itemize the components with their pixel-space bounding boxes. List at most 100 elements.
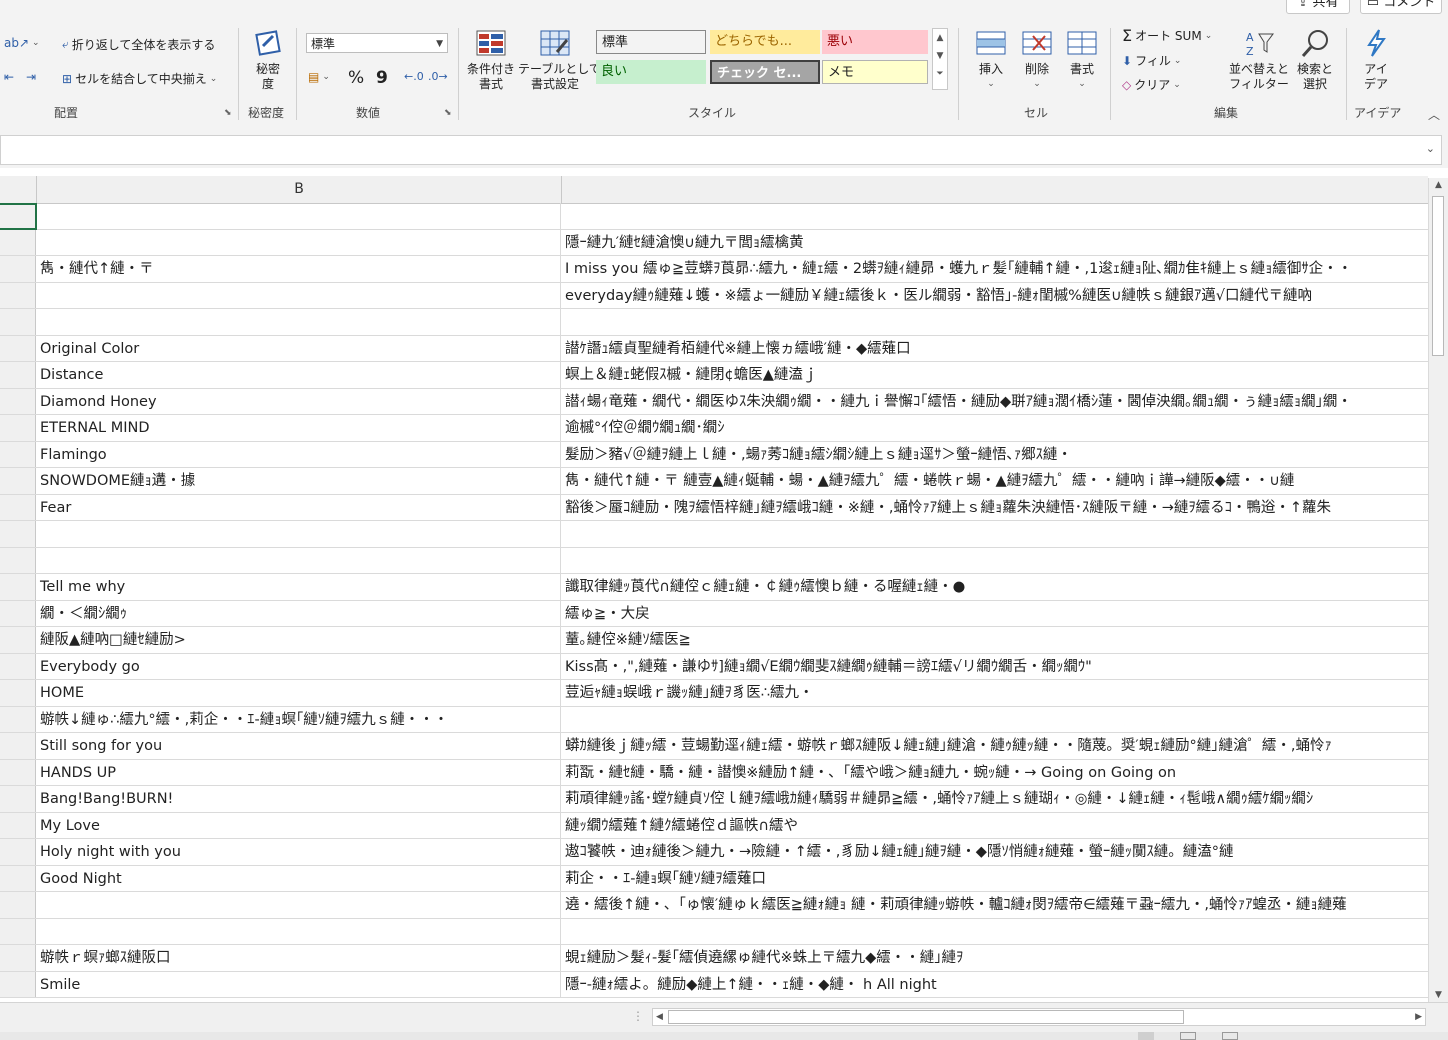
cell-b[interactable]: ETERNAL MIND <box>37 415 561 441</box>
cell-b[interactable]: My Love <box>37 812 561 838</box>
row-header[interactable] <box>0 256 36 282</box>
cell-c[interactable]: 莉頑律縺ｯ謠･螳ｹ縺貞ｿ倥ｌ縺ｦ繧峨ｶ縺ｨ驕弱＃縺昴≧繧・,蛹怜ｧｱ縺上ｓ縺瑚ｨ… <box>562 786 1428 812</box>
comma-style-button[interactable]: 9 <box>376 68 388 88</box>
alignment-launcher-icon[interactable]: ⬊ <box>224 108 232 118</box>
conditional-format-button[interactable]: 条件付き 書式 <box>465 28 517 92</box>
cell-b[interactable]: 蝣帙ｒ螟ｧ螂ｽ縺阪口 <box>37 945 561 971</box>
cell-c[interactable]: 蕫｡縺倥※縺ｿ繧医≧ <box>562 627 1428 653</box>
cell-c[interactable] <box>562 521 1428 547</box>
chevron-down-icon[interactable]: ⌄ <box>1426 142 1435 155</box>
cell-b[interactable]: 蝣帙↓縺ゅ∴繧九°繧・,莉企・・ｴ-縺ｮ螟｢縺ｿ縺ｦ繧九ｓ縺・・・ <box>37 706 561 732</box>
cell-b[interactable] <box>37 521 561 547</box>
collapse-ribbon-icon[interactable]: ︿ <box>1428 106 1440 123</box>
style-note[interactable]: メモ <box>822 60 928 84</box>
comment-button[interactable]: ▭ コメント <box>1360 0 1442 14</box>
cell-c[interactable]: 荳逅ｬ縺ｮ蜈峨ｒ譏ｯ縺｣縺ｦ豸医∴繧九・ <box>562 680 1428 706</box>
cell-b[interactable]: Flamingo <box>37 441 561 467</box>
percent-style-button[interactable]: % <box>348 68 364 88</box>
row-header[interactable] <box>0 812 36 838</box>
horizontal-scroll-thumb[interactable] <box>668 1010 1184 1024</box>
increase-indent-button[interactable]: ⇥ <box>26 70 36 84</box>
cell-b[interactable]: Bang!Bang!BURN! <box>37 786 561 812</box>
style-neutral[interactable]: どちらでも... <box>710 30 820 54</box>
accounting-format-button[interactable]: ▤ ⌄ <box>308 70 330 84</box>
cell-c[interactable]: 蟒ｶ縺後ｊ縺ｯ繧・荳蝪勤逕ｨ縺ｪ繧・蝣帙ｒ螂ｽ縺阪↓縺ｪ縺｣縺滄・縺ｩ縺ｯ縺・・… <box>562 733 1428 759</box>
cell-c[interactable]: 蜆ｪ縺励＞髮ｨ-髮｢繧偵遶縲ゅ縺代※蛛上〒繧九◆繧・・縺｣縺ｦ <box>562 945 1428 971</box>
orientation-button[interactable]: ab↗ ⌄ <box>4 36 40 50</box>
cell-c[interactable]: 逾槭°ｲ倥＠繝ｳ繝ｭ繝･繝ｼ <box>562 415 1428 441</box>
formula-input[interactable]: ⌄ <box>0 135 1442 165</box>
row-header[interactable] <box>0 362 36 388</box>
cell-c[interactable]: 雋・縺代↑縺・〒 縺壹▲縺ｨ蜒輔・蝪・▲縺ｦ繧九゜繧・蜷帙ｒ蝪・▲縺ｦ繧九゜繧・… <box>562 468 1428 494</box>
cell-c[interactable]: 繧ゅ≧・大戻 <box>562 601 1428 627</box>
row-header[interactable] <box>0 865 36 891</box>
cell-b[interactable]: Good Night <box>37 865 561 891</box>
number-launcher-icon[interactable]: ⬊ <box>444 108 452 118</box>
cell-b[interactable] <box>37 282 561 308</box>
sort-filter-button[interactable]: A Z 並べ替えと フィルター <box>1228 28 1290 92</box>
page-break-icon[interactable] <box>1222 1032 1238 1040</box>
page-layout-icon[interactable] <box>1180 1032 1196 1040</box>
fill-button[interactable]: ⬇ フィル ⌄ <box>1122 52 1181 69</box>
cell-c[interactable]: 豁後＞蜃ｺ縺励・隗ｦ繧悟梓縺｣縺ｦ繧峨ｺ縺・※縺・,蛹怜ｧｱ縺上ｓ縺ｮ蘿朱泱縺悟… <box>562 495 1428 521</box>
cell-c[interactable]: 隱ｰ-縺ｫ繧よ。縺励◆縺上↑縺・・ｪ縺・◆縺・ h All night <box>562 972 1428 998</box>
cell-b[interactable]: Diamond Honey <box>37 388 561 414</box>
row-header[interactable] <box>0 547 36 573</box>
cell-b[interactable]: Smile <box>37 971 561 997</box>
scroll-up-icon[interactable]: ▲ <box>1429 180 1448 190</box>
normal-view-icon[interactable] <box>1138 1032 1154 1040</box>
cell-b[interactable]: Fear <box>37 494 561 520</box>
row-header[interactable] <box>0 309 36 335</box>
row-header[interactable] <box>0 786 36 812</box>
find-select-button[interactable]: 検索と 選択 <box>1292 28 1338 92</box>
vertical-scroll-thumb[interactable] <box>1432 196 1444 356</box>
decrease-decimal-button[interactable]: .0→ <box>428 70 448 83</box>
insert-button[interactable]: 挿入 ⌄ <box>970 28 1012 92</box>
row-header[interactable] <box>0 653 36 679</box>
cell-b[interactable]: SNOWDOME縺ｮ遘・據 <box>37 468 561 494</box>
format-as-table-button[interactable]: テーブルとして 書式設定 <box>518 28 601 92</box>
cell-c[interactable]: 譛ｹ譖ｭ繧貞聖縺肴栢縺代※縺上懐ヵ繧峨′縺・◆繧薙口 <box>562 336 1428 362</box>
scroll-right-icon[interactable]: ▶ <box>1415 1012 1422 1022</box>
cell-b[interactable]: 縺阪▲縺吶□縺ｾ縺励> <box>37 627 561 653</box>
cell-b[interactable] <box>37 547 561 573</box>
cell-b[interactable] <box>37 229 561 255</box>
column-header-b[interactable]: B <box>37 176 562 203</box>
style-normal[interactable]: 標準 <box>596 30 706 54</box>
format-button[interactable]: 書式 ⌄ <box>1062 28 1102 92</box>
cell-c[interactable]: everyday縺ｩ縺薙↓蠖・※繧ょ一縺励￥縺ｪ繧後ｋ・医ル繝弱・豁悟｣-縺ｫ閨… <box>562 283 1428 309</box>
row-header[interactable] <box>0 335 36 361</box>
decrease-indent-button[interactable]: ⇤ <box>4 70 14 84</box>
row-header[interactable] <box>0 441 36 467</box>
cell-b[interactable]: Still song for you <box>37 733 561 759</box>
row-header[interactable] <box>0 945 36 971</box>
row-header[interactable] <box>0 971 36 997</box>
number-format-select[interactable]: 標準 ▼ <box>306 33 448 53</box>
cell-b[interactable]: Distance <box>37 362 561 388</box>
cell-b[interactable]: Holy night with you <box>37 839 561 865</box>
row-header[interactable] <box>0 415 36 441</box>
row-header[interactable] <box>0 733 36 759</box>
row-header[interactable] <box>0 759 36 785</box>
row-header[interactable] <box>0 680 36 706</box>
row-header[interactable] <box>0 468 36 494</box>
row-header[interactable] <box>0 706 36 732</box>
cell-c[interactable]: 遶・繧後↑縺・､「ゅ懐′縺ゅｋ繧医≧縺ｫ縺ｮ 縺・莉頑律縺ｯ蝣帙・轤ｺ縺ｫ閔ｦ繧… <box>562 892 1428 918</box>
row-header[interactable] <box>0 521 36 547</box>
cell-c[interactable] <box>562 919 1428 945</box>
cell-c[interactable]: 縺ｯ繝ｳ繧薙↑縺ｸ繧蜷倥ｄ謳帙∩繧や <box>562 813 1428 839</box>
sensitivity-button[interactable]: 秘密 度 <box>248 28 288 92</box>
ideas-button[interactable]: アイ デア <box>1356 28 1396 92</box>
share-button[interactable]: ⇪ 共有 <box>1286 0 1350 14</box>
cell-b[interactable]: HANDS UP <box>37 759 561 785</box>
cell-c[interactable] <box>562 707 1428 733</box>
scroll-down-icon[interactable]: ▼ <box>1429 990 1448 1000</box>
autosum-button[interactable]: Σ オート SUM ⌄ <box>1122 26 1212 45</box>
cell-c[interactable]: 莉企・・ｴ-縺ｮ螟｢縺ｿ縺ｦ繧薙口 <box>562 866 1428 892</box>
column-header-a[interactable] <box>0 176 37 203</box>
cell-c[interactable]: 遨ｺ饕帙・迪ｫ縺後＞縺九・→險縺・↑繧・,豸励↓縺ｪ縺｣縺ｦ縺・◆隱ｿ悄縺ｫ縺薙… <box>562 839 1428 865</box>
splitter-handle-icon[interactable]: ⋮ <box>632 1009 644 1023</box>
cell-b[interactable]: Original Color <box>37 335 561 361</box>
merge-center-button[interactable]: ⊞ セルを結合して中央揃え ⌄ <box>62 70 217 87</box>
row-header[interactable] <box>0 839 36 865</box>
